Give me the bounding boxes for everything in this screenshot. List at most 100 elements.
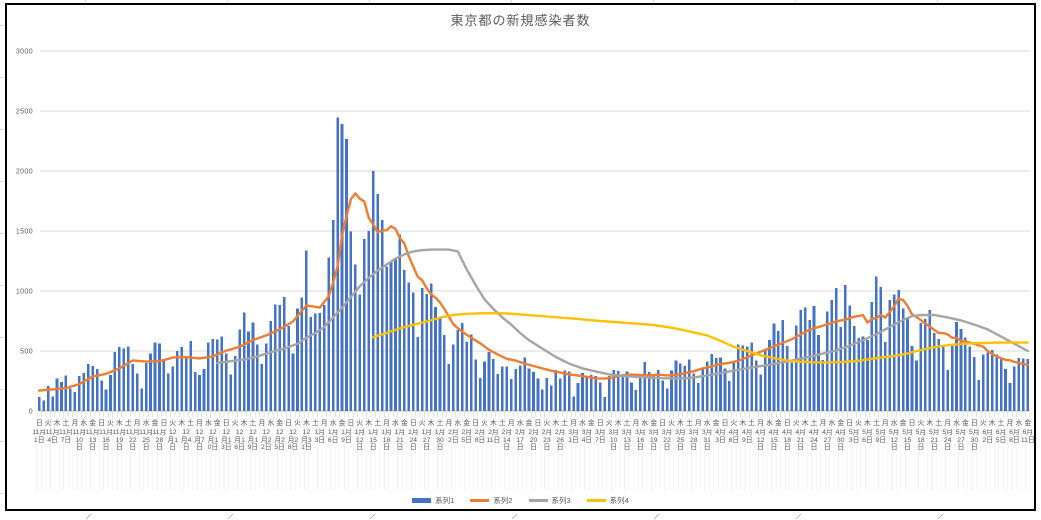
bar[interactable] [527, 368, 531, 411]
bar[interactable] [848, 305, 851, 411]
bar[interactable] [737, 344, 740, 411]
bar[interactable] [759, 374, 762, 411]
bar[interactable] [830, 300, 834, 411]
bar[interactable] [545, 378, 549, 411]
bar[interactable] [990, 350, 994, 411]
bar[interactable] [1008, 382, 1012, 411]
bar[interactable] [977, 379, 981, 411]
bar[interactable] [723, 368, 727, 411]
bar[interactable] [474, 359, 477, 411]
bar[interactable] [394, 258, 397, 411]
legend-item-series1[interactable]: 系列1 [412, 495, 454, 506]
bar[interactable] [879, 287, 883, 411]
bar[interactable] [278, 304, 281, 411]
bar[interactable] [202, 368, 206, 411]
bar[interactable] [447, 363, 451, 411]
bar[interactable] [184, 357, 188, 411]
bar[interactable] [817, 334, 820, 411]
bar[interactable] [932, 333, 936, 411]
bar[interactable] [309, 317, 313, 411]
bar[interactable] [554, 370, 558, 411]
bar[interactable] [167, 373, 170, 411]
bar[interactable] [171, 366, 175, 411]
bar[interactable] [964, 337, 967, 411]
bar[interactable] [639, 375, 642, 411]
bar[interactable] [937, 338, 941, 411]
bar[interactable] [652, 374, 656, 411]
bar[interactable] [380, 219, 384, 411]
bar[interactable] [897, 289, 900, 411]
bar[interactable] [634, 390, 638, 411]
bar[interactable] [986, 352, 989, 411]
bar[interactable] [518, 365, 522, 411]
bar[interactable] [696, 382, 700, 411]
bar[interactable] [883, 342, 887, 411]
bar[interactable] [581, 373, 584, 411]
bar[interactable] [64, 375, 68, 411]
bar[interactable] [60, 381, 63, 411]
bar[interactable] [153, 342, 157, 411]
bar[interactable] [122, 348, 126, 411]
bar[interactable] [808, 319, 811, 411]
bar[interactable] [260, 363, 264, 411]
bar[interactable] [590, 374, 593, 411]
bar[interactable] [919, 323, 923, 411]
bar[interactable] [781, 319, 785, 411]
bar[interactable] [140, 388, 143, 411]
bar[interactable] [126, 346, 130, 411]
bar[interactable] [630, 382, 633, 411]
bar[interactable] [741, 345, 745, 411]
bar[interactable] [42, 400, 45, 411]
bar[interactable] [821, 360, 825, 411]
bar[interactable] [563, 370, 566, 411]
bar[interactable] [131, 364, 135, 411]
bar[interactable] [532, 371, 535, 411]
bar[interactable] [772, 323, 776, 411]
bar[interactable] [594, 375, 598, 411]
bar[interactable] [358, 294, 362, 411]
bar[interactable] [981, 354, 985, 411]
bar[interactable] [91, 366, 94, 411]
bar[interactable] [438, 318, 442, 411]
bar[interactable] [465, 341, 469, 411]
bar[interactable] [420, 287, 424, 411]
bar[interactable] [505, 366, 509, 411]
bar[interactable] [291, 353, 295, 411]
bar[interactable] [910, 345, 914, 411]
bar[interactable] [469, 334, 473, 411]
bar[interactable] [501, 366, 504, 411]
bar[interactable] [113, 351, 117, 411]
bar[interactable] [51, 396, 54, 411]
bar[interactable] [385, 266, 388, 411]
bar[interactable] [621, 374, 624, 411]
bar[interactable] [866, 340, 869, 411]
bar[interactable] [376, 193, 379, 411]
bar[interactable] [82, 372, 86, 411]
bar[interactable] [861, 336, 865, 411]
bar[interactable] [55, 378, 59, 411]
bar[interactable] [318, 313, 322, 411]
legend-item-series4[interactable]: 系列4 [586, 495, 629, 506]
bar[interactable] [425, 294, 428, 411]
bar[interactable] [411, 292, 415, 411]
bar[interactable] [710, 354, 713, 411]
bar[interactable] [403, 270, 406, 411]
bar[interactable] [487, 352, 491, 411]
bar[interactable] [955, 321, 958, 411]
bar[interactable] [371, 170, 375, 411]
bar[interactable] [973, 357, 976, 411]
bar[interactable] [585, 377, 589, 411]
bar[interactable] [135, 373, 139, 411]
bar[interactable] [496, 374, 500, 411]
bar[interactable] [452, 344, 455, 411]
bar[interactable] [78, 375, 81, 411]
bar[interactable] [37, 397, 41, 411]
bar[interactable] [572, 396, 575, 411]
bar[interactable] [728, 381, 731, 411]
bar[interactable] [256, 344, 259, 411]
bar[interactable] [558, 378, 562, 411]
bar[interactable] [679, 363, 682, 411]
bar[interactable] [478, 377, 482, 411]
bar[interactable] [398, 234, 402, 411]
bar[interactable] [514, 369, 517, 411]
